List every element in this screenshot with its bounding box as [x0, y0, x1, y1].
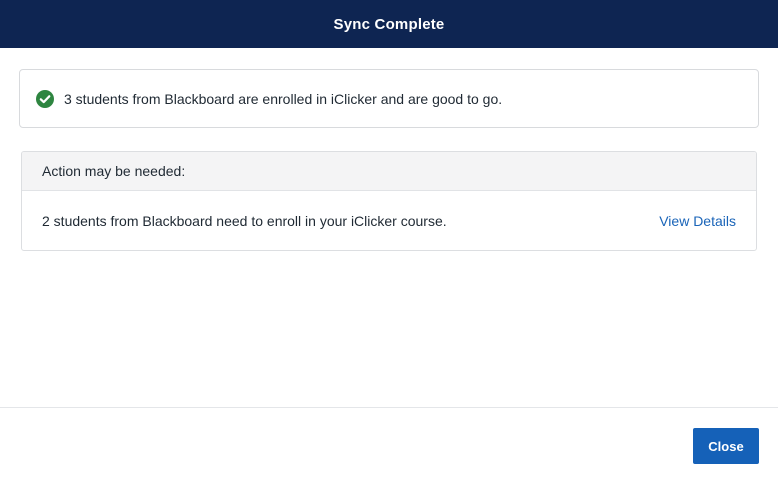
success-message-text: 3 students from Blackboard are enrolled …: [64, 90, 503, 107]
dialog-header: Sync Complete: [0, 0, 778, 48]
success-message-card: 3 students from Blackboard are enrolled …: [19, 69, 759, 128]
dialog-title: Sync Complete: [333, 15, 445, 33]
sync-complete-dialog: Sync Complete 3 students from Blackboard…: [0, 0, 778, 483]
close-button[interactable]: Close: [693, 428, 759, 464]
action-needed-row: 2 students from Blackboard need to enrol…: [22, 191, 756, 250]
action-needed-heading: Action may be needed:: [22, 152, 756, 191]
action-needed-message: 2 students from Blackboard need to enrol…: [42, 213, 447, 229]
action-needed-panel: Action may be needed: 2 students from Bl…: [21, 151, 757, 251]
check-circle-icon: [36, 89, 54, 108]
view-details-link[interactable]: View Details: [659, 213, 736, 229]
footer-divider: [0, 407, 778, 408]
